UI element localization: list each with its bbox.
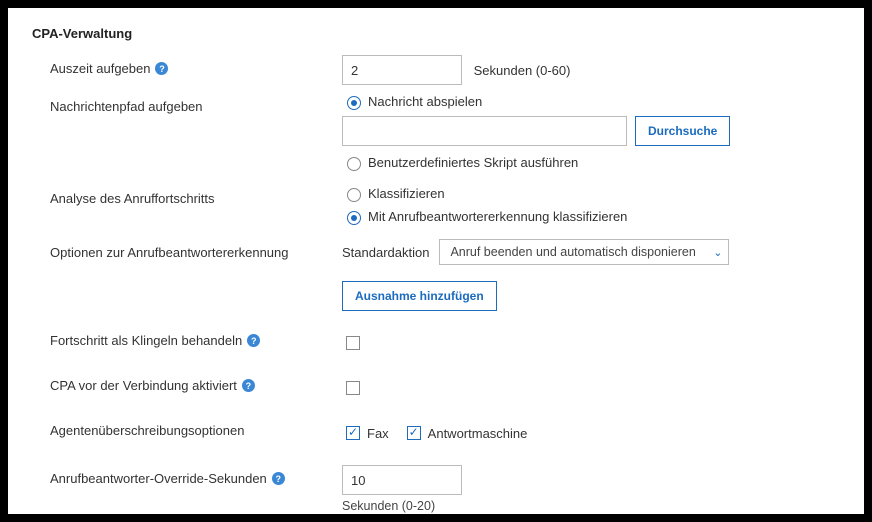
cpa-preconnect-label: CPA vor der Verbindung aktiviert ?: [32, 372, 342, 393]
help-icon[interactable]: ?: [247, 334, 260, 347]
help-icon[interactable]: ?: [272, 472, 285, 485]
radio-play-message-label: Nachricht abspielen: [368, 94, 482, 109]
cpa-analysis-label: Analyse des Anruffortschritts: [32, 185, 342, 206]
fax-checkbox[interactable]: [346, 426, 360, 440]
radio-run-script-label: Benutzerdefiniertes Skript ausführen: [368, 155, 578, 170]
treat-progress-label: Fortschritt als Klingeln behandeln ?: [32, 327, 342, 348]
default-action-label: Standardaktion: [342, 245, 429, 260]
message-path-input[interactable]: [342, 116, 627, 146]
override-seconds-input[interactable]: [342, 465, 462, 495]
radio-run-script[interactable]: [347, 157, 361, 171]
radio-classify-am-label: Mit Anrufbeantwortererkennung klassifizi…: [368, 209, 627, 224]
am-checkbox[interactable]: [407, 426, 421, 440]
default-action-value: Anruf beenden und automatisch disponiere…: [450, 245, 695, 259]
add-exception-button[interactable]: Ausnahme hinzufügen: [342, 281, 497, 311]
abandon-timeout-suffix: Sekunden (0-60): [474, 63, 571, 78]
am-checkbox-label: Antwortmaschine: [428, 426, 528, 441]
radio-play-message[interactable]: [347, 96, 361, 110]
chevron-down-icon: ⌄: [713, 246, 722, 259]
help-icon[interactable]: ?: [155, 62, 168, 75]
agent-override-label: Agentenüberschreibungsoptionen: [32, 417, 342, 438]
radio-classify-label: Klassifizieren: [368, 186, 445, 201]
am-options-label: Optionen zur Anrufbeantwortererkennung: [32, 239, 342, 260]
treat-progress-checkbox[interactable]: [346, 336, 360, 350]
default-action-select[interactable]: Anruf beenden und automatisch disponiere…: [439, 239, 729, 265]
abandon-timeout-label: Auszeit aufgeben ?: [32, 55, 342, 76]
override-seconds-label: Anrufbeantworter-Override-Sekunden ?: [32, 465, 342, 486]
override-seconds-suffix: Sekunden (0-20): [342, 499, 840, 513]
radio-classify-am[interactable]: [347, 211, 361, 225]
cpa-preconnect-checkbox[interactable]: [346, 381, 360, 395]
radio-classify[interactable]: [347, 188, 361, 202]
browse-button[interactable]: Durchsuche: [635, 116, 730, 146]
fax-checkbox-label: Fax: [367, 426, 389, 441]
abandon-timeout-input[interactable]: [342, 55, 462, 85]
abandon-path-label: Nachrichtenpfad aufgeben: [32, 93, 342, 114]
section-title: CPA-Verwaltung: [32, 26, 840, 41]
help-icon[interactable]: ?: [242, 379, 255, 392]
